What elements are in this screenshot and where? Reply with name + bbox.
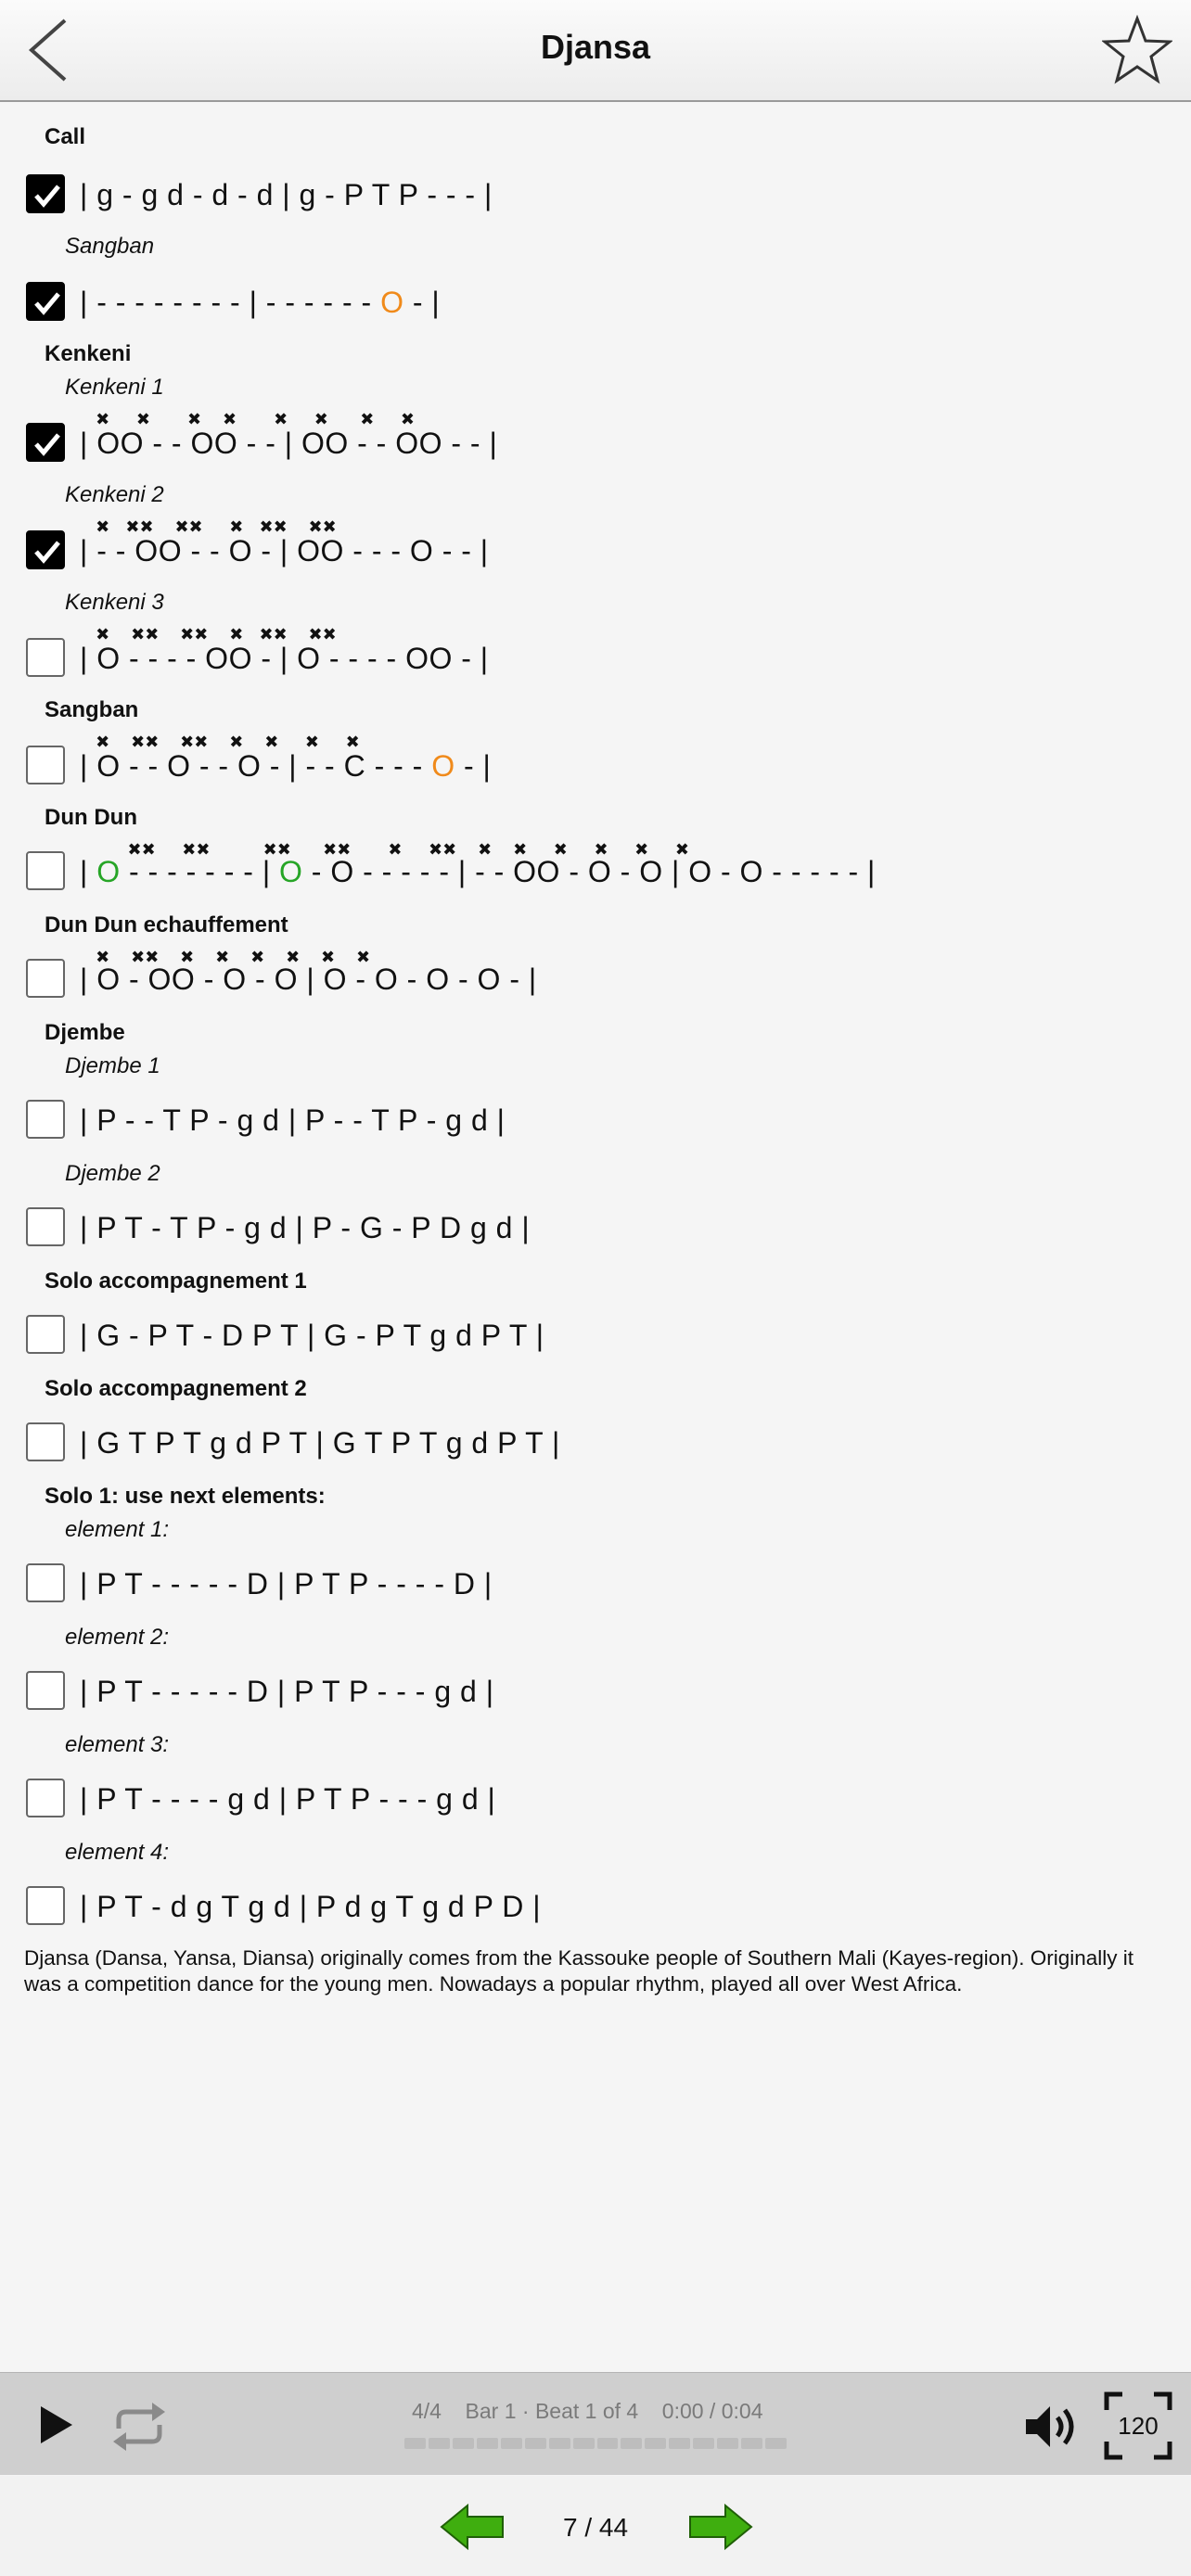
- pattern-call-sangban: | - - - - - - - - | - - - - - - O - |: [80, 286, 441, 319]
- checkbox-call-sangban[interactable]: [26, 282, 65, 321]
- subsection-heading: Kenkeni 3: [65, 590, 164, 615]
- checkbox-element-1[interactable]: [26, 1563, 65, 1602]
- pattern-sangban: | O - - O - - O - | - - C - - - O - |: [80, 749, 492, 783]
- subsection-heading: Sangban: [65, 234, 155, 259]
- checkbox-kenkeni-3[interactable]: [26, 638, 65, 677]
- pattern-dundun: | O - - - - - - - | O - O - - - - - | - …: [80, 855, 876, 888]
- subsection-heading: Kenkeni 1: [65, 375, 164, 400]
- playback-info: 4/4 Bar 1 · Beat 1 of 4 0:00 / 0:04: [412, 2399, 762, 2424]
- player-bar: 4/4 Bar 1 · Beat 1 of 4 0:00 / 0:04 120: [0, 2372, 1191, 2475]
- star-icon[interactable]: [1102, 15, 1172, 85]
- subsection-heading: Djembe 2: [65, 1161, 160, 1186]
- subsection-heading: element 1:: [65, 1517, 170, 1542]
- pattern-element-2: | P T - - - - - D | P T P - - - g d |: [80, 1675, 494, 1708]
- subsection-heading: element 4:: [65, 1840, 170, 1865]
- checkbox-element-2[interactable]: [26, 1671, 65, 1710]
- arrow-right-icon[interactable]: [688, 2504, 753, 2550]
- checkbox-djembe-2[interactable]: [26, 1207, 65, 1246]
- checkbox-djembe-1[interactable]: [26, 1100, 65, 1139]
- page-title: Djansa: [540, 28, 651, 66]
- pattern-solo-acc-2: | G T P T g d P T | G T P T g d P T |: [80, 1426, 560, 1460]
- section-heading: Djembe: [45, 1020, 125, 1045]
- section-heading: Kenkeni: [45, 341, 132, 366]
- checkbox-kenkeni-1[interactable]: [26, 423, 65, 462]
- pattern-kenkeni-2: | - - OO - - O - | OO - - - O - - |: [80, 534, 489, 567]
- playback-time: 0:00 / 0:04: [661, 2399, 763, 2423]
- checkbox-dundun-echauffement[interactable]: [26, 959, 65, 998]
- section-heading: Call: [45, 124, 86, 149]
- pattern-solo-acc-1: | G - P T - D P T | G - P T g d P T |: [80, 1319, 544, 1352]
- subsection-heading: Kenkeni 2: [65, 482, 164, 507]
- pattern-element-4: | P T - d g T g d | P d g T g d P D |: [80, 1890, 542, 1923]
- page-navigation: 7 / 44: [0, 2476, 1191, 2576]
- pattern-djembe-1: | P - - T P - g d | P - - T P - g d |: [80, 1103, 506, 1137]
- pattern-dundun-echauffement: | O - OO - O - O | O - O - O - O - |: [80, 963, 537, 996]
- subsection-heading: element 3:: [65, 1732, 170, 1757]
- pattern-element-3: | P T - - - - g d | P T P - - - g d |: [80, 1782, 496, 1816]
- checkbox-kenkeni-2[interactable]: [26, 530, 65, 569]
- pattern-kenkeni-3: | O - - - - OO - | O - - - - OO - |: [80, 642, 489, 675]
- checkbox-sangban[interactable]: [26, 746, 65, 784]
- section-heading: Dun Dun echauffement: [45, 912, 288, 937]
- app-header: Djansa: [0, 0, 1191, 102]
- speaker-icon[interactable]: [1022, 2401, 1082, 2453]
- page-counter: 7 / 44: [562, 2513, 629, 2542]
- pattern-call: | g - g d - d - d | g - P T P - - - |: [80, 178, 493, 211]
- checkbox-solo-acc-1[interactable]: [26, 1315, 65, 1354]
- section-heading: Solo accompagnement 2: [45, 1376, 307, 1401]
- section-heading: Solo accompagnement 1: [45, 1269, 307, 1294]
- pattern-kenkeni-1: | OO - - OO - - | OO - - OO - - |: [80, 427, 498, 460]
- meter: 4/4: [412, 2399, 442, 2423]
- checkbox-element-3[interactable]: [26, 1779, 65, 1817]
- play-icon[interactable]: [37, 2404, 74, 2445]
- bar-beat: Bar 1 · Beat 1 of 4: [465, 2399, 639, 2423]
- section-heading: Sangban: [45, 697, 139, 722]
- tempo-button[interactable]: 120: [1104, 2391, 1172, 2460]
- subsection-heading: Djembe 1: [65, 1053, 160, 1078]
- checkbox-call[interactable]: [26, 174, 65, 213]
- tempo-value: 120: [1118, 2412, 1159, 2440]
- repeat-icon[interactable]: [109, 2401, 169, 2453]
- checkbox-dundun[interactable]: [26, 851, 65, 890]
- subsection-heading: element 2:: [65, 1625, 170, 1650]
- section-heading: Dun Dun: [45, 805, 137, 830]
- pattern-djembe-2: | P T - T P - g d | P - G - P D g d |: [80, 1211, 531, 1244]
- section-heading: Solo 1: use next elements:: [45, 1484, 326, 1509]
- rhythm-description: Djansa (Dansa, Yansa, Diansa) originally…: [24, 1946, 1133, 1996]
- checkbox-solo-acc-2[interactable]: [26, 1422, 65, 1461]
- pattern-element-1: | P T - - - - - D | P T P - - - - D |: [80, 1567, 493, 1600]
- checkbox-element-4[interactable]: [26, 1886, 65, 1925]
- progress-bar[interactable]: [404, 2438, 787, 2449]
